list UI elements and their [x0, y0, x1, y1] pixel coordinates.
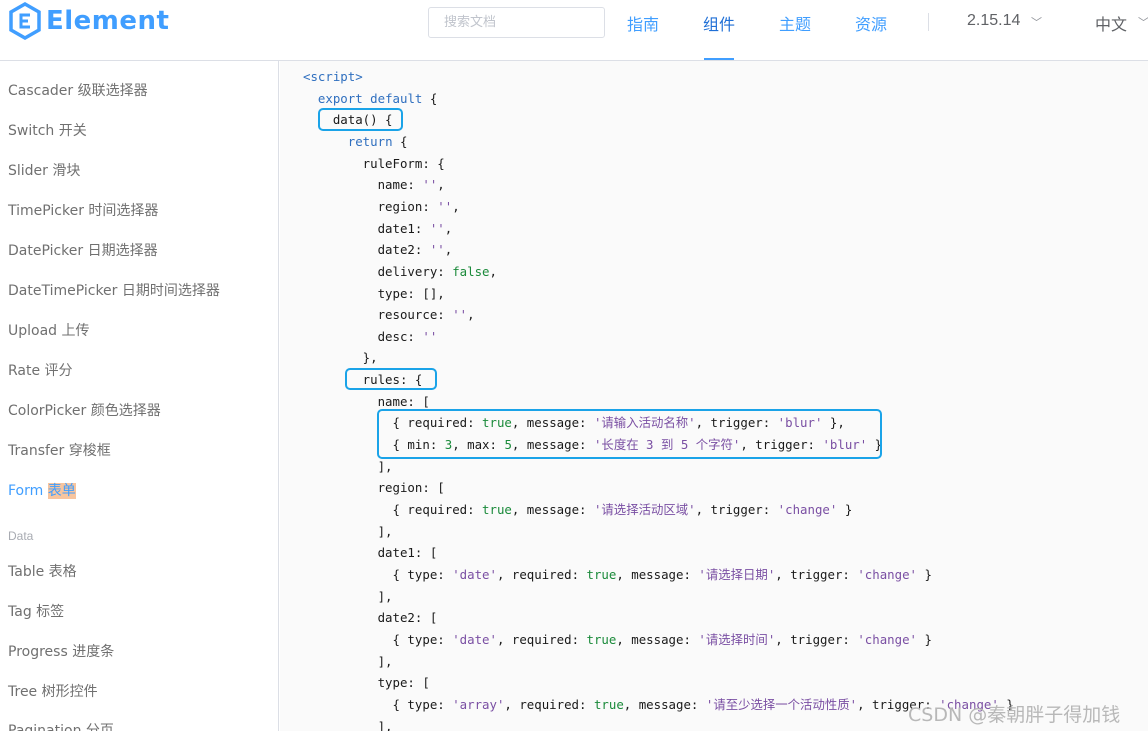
sidebar-item-datetimepicker[interactable]: DateTimePicker 日期时间选择器 — [8, 280, 220, 300]
header-divider — [928, 13, 929, 31]
code-line: { type: 'date', required: true, message:… — [303, 631, 932, 647]
sidebar-item-form-name: Form — [8, 483, 44, 499]
code-line: ], — [303, 523, 393, 539]
watermark: CSDN @秦朝胖子得加钱 — [908, 704, 1121, 726]
nav-resource[interactable]: 资源 — [855, 11, 887, 35]
code-line: ], — [303, 653, 393, 669]
active-nav-indicator — [704, 58, 734, 60]
code-line: delivery: false, — [303, 263, 497, 279]
code-line: date2: [ — [303, 610, 438, 626]
sidebar: Cascader 级联选择器 Switch 开关 Slider 滑块 TimeP… — [0, 61, 279, 731]
element-logo[interactable]: Element — [8, 2, 169, 40]
chevron-down-icon: ﹀ — [1031, 17, 1042, 29]
code-line: date1: [ — [303, 545, 438, 561]
sidebar-item-switch[interactable]: Switch 开关 — [8, 120, 87, 140]
sidebar-item-tree[interactable]: Tree 树形控件 — [8, 681, 98, 701]
sidebar-item-cascader[interactable]: Cascader 级联选择器 — [8, 80, 148, 100]
chevron-down-icon: ﹀ — [1138, 17, 1148, 29]
nav-guide[interactable]: 指南 — [627, 11, 659, 35]
code-line: { type: 'date', required: true, message:… — [303, 566, 932, 582]
sidebar-item-rate[interactable]: Rate 评分 — [8, 360, 73, 380]
sidebar-item-progress[interactable]: Progress 进度条 — [8, 641, 114, 661]
code-line: ruleForm: { — [303, 155, 445, 171]
code-line: }, — [303, 350, 378, 366]
code-line: export default { — [317, 90, 438, 106]
code-line: { required: true, message: '请选择活动区域', tr… — [303, 502, 853, 517]
highlight-box-rules — [345, 368, 437, 390]
code-line: date1: '', — [303, 220, 453, 236]
element-logo-icon — [9, 2, 41, 40]
nav-component[interactable]: 组件 — [703, 11, 735, 35]
code-line: return { — [347, 133, 408, 149]
code-line: resource: '', — [303, 307, 475, 323]
code-block: <script> export default { data() { retur… — [280, 61, 1148, 731]
code-line: ], — [303, 718, 393, 731]
sidebar-item-colorpicker[interactable]: ColorPicker 颜色选择器 — [8, 400, 161, 420]
sidebar-group-data: Data — [8, 529, 34, 543]
sidebar-item-tag[interactable]: Tag 标签 — [8, 601, 64, 621]
sidebar-item-transfer[interactable]: Transfer 穿梭框 — [8, 440, 111, 460]
code-line: desc: '' — [303, 328, 438, 344]
code-line: name: '', — [303, 177, 445, 193]
code-line: name: [ — [303, 393, 430, 409]
code-line: <script> — [303, 69, 363, 84]
nav-theme[interactable]: 主题 — [779, 11, 811, 35]
code-line: type: [ — [303, 675, 430, 691]
code-line: type: [], — [303, 285, 445, 301]
highlight-box-name-rules — [377, 409, 882, 459]
code-line: ], — [303, 458, 393, 474]
code-line: date2: '', — [303, 242, 453, 258]
code-line: region: '', — [303, 198, 460, 214]
search-input[interactable]: 搜索文档 — [428, 7, 605, 38]
code-line: ], — [303, 588, 393, 604]
top-header: Element 搜索文档 指南 组件 主题 资源 2.15.14 ﹀ 中文 ﹀ — [0, 0, 1148, 61]
sidebar-item-form-label: 表单 — [47, 483, 76, 499]
sidebar-item-table[interactable]: Table 表格 — [8, 561, 77, 581]
sidebar-item-datepicker[interactable]: DatePicker 日期选择器 — [8, 240, 158, 260]
sidebar-item-pagination[interactable]: Pagination 分页 — [8, 720, 114, 731]
sidebar-item-upload[interactable]: Upload 上传 — [8, 320, 90, 340]
version-select[interactable]: 2.15.14 — [967, 12, 1020, 30]
logo-text: Element — [46, 6, 170, 36]
language-select[interactable]: 中文 — [1095, 11, 1127, 35]
sidebar-item-timepicker[interactable]: TimePicker 时间选择器 — [8, 200, 158, 220]
highlight-box-data — [318, 108, 403, 131]
sidebar-item-form[interactable]: Form 表单 — [8, 480, 76, 500]
code-line: region: [ — [303, 480, 445, 496]
sidebar-item-slider[interactable]: Slider 滑块 — [8, 160, 80, 180]
